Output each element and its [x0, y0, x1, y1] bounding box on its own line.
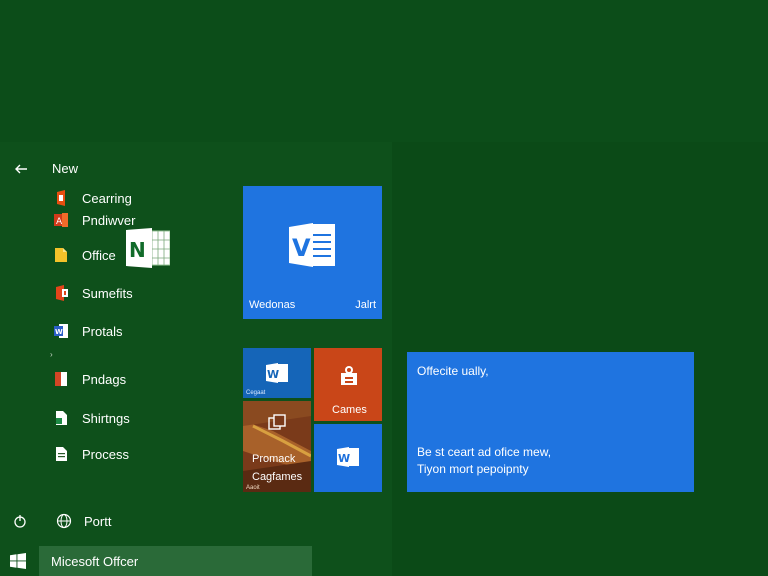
office-small-tile-2[interactable]: W	[314, 424, 382, 492]
taskbar-item-label: Micesoft Offcer	[51, 553, 139, 569]
app-label: Cearring	[82, 190, 132, 206]
app-list-item[interactable]: Pndags	[52, 368, 126, 390]
tile-caption: Cames	[332, 404, 367, 416]
app-list-item[interactable]: Cearring	[52, 187, 132, 209]
word-tile[interactable]: V Wedonas Jalrt	[243, 186, 382, 319]
get-office-tile[interactable]: Offecite ually, Be st ceart ad ofice mew…	[407, 352, 694, 492]
excel-green-icon	[56, 411, 67, 425]
svg-text:A: A	[56, 217, 63, 227]
word-icon: W	[266, 363, 288, 383]
app-label: Office	[82, 247, 116, 263]
tile-text: Offecite ually,	[417, 364, 489, 378]
tile-caption: Promack	[252, 453, 296, 465]
access-red-icon: A	[54, 213, 68, 227]
tile-label: Jalrt	[355, 299, 376, 311]
app-label: Process	[82, 446, 129, 462]
file-yellow-icon	[55, 248, 67, 262]
power-icon[interactable]	[12, 513, 28, 529]
app-label: Pndiwver	[82, 212, 136, 228]
app-label: Sumefits	[82, 285, 133, 301]
person-badge-icon	[341, 366, 357, 385]
svg-text:W: W	[267, 368, 279, 381]
app-label: Pndags	[82, 371, 127, 387]
app-list-item[interactable]: A Pndiwver	[52, 209, 135, 231]
chevron-right-icon: ›	[50, 350, 53, 359]
app-list-item[interactable]: Shirtngs	[52, 407, 130, 429]
bottom-item-label[interactable]: Portt	[84, 514, 111, 529]
word-blue-icon: W	[54, 324, 68, 338]
word-icon: W	[337, 447, 359, 467]
svg-text:W: W	[55, 328, 63, 336]
app-list-item[interactable]: Process	[52, 443, 129, 465]
svg-text:N: N	[129, 238, 146, 262]
onenote-icon: N	[126, 228, 170, 268]
app-list-item[interactable]: Sumefits	[52, 282, 133, 304]
office-red-icon	[56, 285, 68, 301]
app-list-item[interactable]: Office	[52, 244, 116, 266]
tile-caption: Aaoit	[246, 485, 260, 491]
app-list-item[interactable]: W Protals	[52, 320, 122, 342]
app-label: Protals	[82, 323, 123, 339]
tile-text: Tiyon mort pepoipnty	[417, 462, 529, 476]
back-arrow-icon[interactable]	[12, 160, 30, 178]
app-label: Shirtngs	[82, 410, 130, 426]
word-icon: V	[289, 223, 335, 267]
tile-label: Wedonas	[249, 299, 296, 311]
office-small-tile[interactable]: W Cegaat	[243, 348, 311, 398]
tile-caption: Cegaat	[246, 390, 266, 396]
taskbar-item-office[interactable]: Micesoft Offcer	[39, 546, 312, 576]
tile-text: Be st ceart ad ofice mew,	[417, 445, 552, 459]
svg-text:W: W	[338, 452, 350, 465]
windows-start-icon[interactable]	[10, 553, 26, 569]
powerpoint-red-icon	[55, 372, 67, 386]
document-icon	[56, 447, 67, 461]
desktop-background	[0, 0, 768, 142]
photos-tile[interactable]: Promack Cagfames Aaoit	[243, 401, 311, 492]
svg-text:V: V	[292, 234, 311, 262]
office-orange-icon	[57, 190, 65, 206]
globe-icon[interactable]	[56, 513, 72, 529]
games-tile[interactable]: Cames	[314, 348, 382, 421]
tile-caption: Cagfames	[252, 471, 303, 483]
copy-icon	[268, 414, 286, 430]
start-menu-header: New	[52, 161, 79, 176]
